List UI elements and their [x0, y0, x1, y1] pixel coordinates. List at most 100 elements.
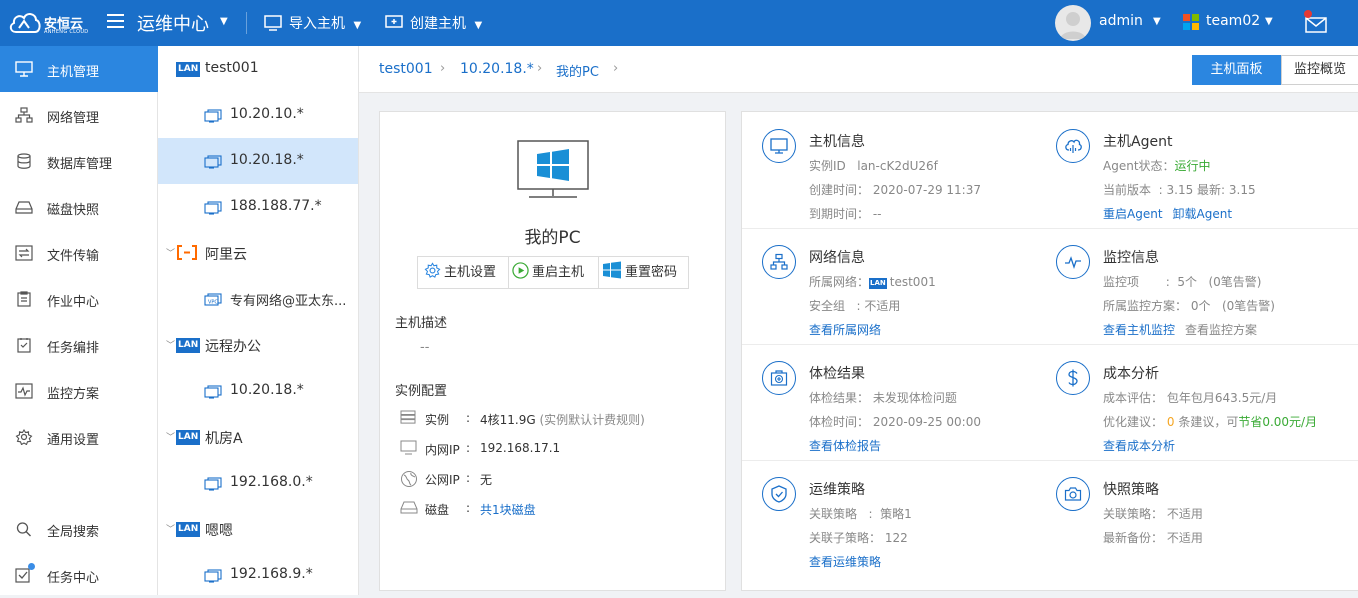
breadcrumb-item[interactable]: test001: [379, 61, 433, 77]
sidebar-item-label: 全局搜索: [47, 525, 100, 540]
first-aid-icon: [762, 361, 796, 395]
lan-badge-icon: LAN: [176, 430, 201, 445]
tree-item[interactable]: 10.20.18.*: [158, 368, 358, 414]
card-line-value: 5个: [1177, 275, 1198, 289]
card-line-value: 包年包月643.5元/月: [1166, 391, 1278, 405]
sidebar-item-database-management[interactable]: 数据库管理: [0, 138, 158, 184]
view-cost-analysis-link[interactable]: 查看成本分析: [1103, 439, 1175, 453]
tree-group-remote-office[interactable]: ﹀ LAN 远程办公: [158, 322, 358, 368]
tree-group-aliyun[interactable]: ﹀ 阿里云: [158, 230, 358, 276]
tree-item[interactable]: 192.168.0.*: [158, 460, 358, 506]
chevron-down-icon[interactable]: ﹀: [166, 522, 175, 535]
sidebar-item-label: 任务编排: [47, 341, 100, 356]
sidebar-item-task-orchestration[interactable]: 任务编排: [0, 322, 158, 368]
card-line-value: 122: [884, 531, 908, 545]
instance-spec: 4核11.9G: [480, 413, 536, 427]
tab-host-panel[interactable]: 主机面板: [1192, 55, 1281, 85]
card-links: 查看体检报告: [809, 437, 891, 454]
billing-note: (实例默认计费规则): [539, 413, 645, 427]
sidebar-item-disk-snapshot[interactable]: 磁盘快照: [0, 184, 158, 230]
chevron-down-icon[interactable]: ▼: [220, 16, 228, 27]
card-line-value: 未发现体检问题: [872, 391, 957, 405]
breadcrumb-item[interactable]: 我的PC: [556, 61, 599, 80]
card-line-label: 最新备份：: [1103, 531, 1164, 545]
tree-item-selected[interactable]: 10.20.18.*: [158, 138, 358, 184]
sidebar-item-global-search[interactable]: 全局搜索: [0, 506, 158, 552]
disk-link[interactable]: 共1块磁盘: [480, 501, 536, 518]
tree-item[interactable]: 10.20.10.*: [158, 92, 358, 138]
tree-item[interactable]: 188.188.77.*: [158, 184, 358, 230]
chevron-down-icon[interactable]: ▼: [1153, 16, 1161, 27]
view-check-report-link[interactable]: 查看体检报告: [809, 439, 881, 453]
create-host-button[interactable]: 创建主机 ▼: [385, 13, 482, 33]
reset-password-button[interactable]: 重置密码: [602, 257, 677, 288]
card-line-label: 当前版本: [1103, 183, 1152, 197]
card-line-label: 关联策略: [809, 507, 858, 521]
chevron-down-icon[interactable]: ﹀: [166, 338, 175, 351]
card-line-value: 不适用: [864, 299, 901, 313]
card-line-label: 关联子策略：: [809, 531, 882, 545]
team-name[interactable]: team02: [1206, 13, 1260, 29]
card-line-value: 2020-07-29 11:37: [872, 183, 981, 197]
card-line: 最新备份： 不适用: [1103, 529, 1203, 546]
chevron-down-icon[interactable]: ▼: [1265, 16, 1273, 27]
import-host-label: 导入主机: [289, 16, 345, 32]
tree-group-label: 机房A: [205, 431, 243, 447]
sidebar-item-label: 网络管理: [47, 111, 100, 126]
tab-monitor-overview[interactable]: 监控概览: [1281, 55, 1358, 85]
view-ops-policy-link[interactable]: 查看运维策略: [809, 555, 881, 569]
chevron-down-icon[interactable]: ﹀: [166, 430, 175, 443]
logo-subtext: ANHENG CLOUD: [44, 29, 89, 35]
card-line: 到期时间： --: [809, 205, 882, 222]
card-line: 安全组 : 不适用: [809, 299, 901, 313]
breadcrumb-item[interactable]: 10.20.18.*: [460, 61, 534, 77]
play-icon: [512, 262, 529, 279]
tree-item-label: 188.188.77.*: [230, 198, 322, 214]
gear-icon: [15, 429, 33, 445]
mail-icon[interactable]: [1303, 10, 1329, 34]
view-monitor-plan-link[interactable]: 查看监控方案: [1185, 323, 1257, 337]
tree-group-enen[interactable]: ﹀ LAN 嗯嗯: [158, 506, 358, 552]
restart-agent-link[interactable]: 重启Agent: [1103, 207, 1163, 221]
sidebar-item-task-center[interactable]: 任务中心: [0, 552, 158, 598]
tree-group-label: 嗯嗯: [205, 523, 233, 539]
sidebar-item-host-management[interactable]: 主机管理: [0, 46, 158, 92]
tree-item[interactable]: 192.168.9.*: [158, 552, 358, 595]
avatar[interactable]: [1055, 5, 1091, 41]
tree-group-test001[interactable]: LAN test001: [158, 46, 358, 92]
tree-group-server-room-a[interactable]: ﹀ LAN 机房A: [158, 414, 358, 460]
sidebar-item-file-transfer[interactable]: 文件传输: [0, 230, 158, 276]
card-links: 查看所属网络: [809, 321, 891, 338]
tree-item[interactable]: VPC 专有网络@亚太东...: [158, 276, 358, 322]
restart-host-button[interactable]: 重启主机: [512, 257, 584, 288]
chevron-down-icon[interactable]: ﹀: [166, 246, 175, 259]
chevron-down-icon: ▼: [474, 20, 483, 31]
card-line: 关联策略： 不适用: [1103, 505, 1203, 522]
sidebar-item-network-management[interactable]: 网络管理: [0, 92, 158, 138]
gear-icon: [424, 262, 441, 278]
sidebar-item-label: 作业中心: [47, 295, 100, 310]
host-settings-button[interactable]: 主机设置: [424, 257, 496, 288]
sidebar-item-general-settings[interactable]: 通用设置: [0, 414, 158, 460]
username[interactable]: admin: [1099, 13, 1143, 29]
sidebar-item-job-center[interactable]: 作业中心: [0, 276, 158, 322]
card-line-label: 优化建议：: [1103, 415, 1164, 429]
camera-icon: [1056, 477, 1090, 511]
logo[interactable]: 安恒云 ANHENG CLOUD: [8, 8, 89, 38]
reset-password-label: 重置密码: [625, 265, 678, 280]
app-title[interactable]: 运维中心: [137, 10, 209, 36]
card-line-label: 关联策略：: [1103, 507, 1164, 521]
sidebar-item-monitoring-plan[interactable]: 监控方案: [0, 368, 158, 414]
import-host-button[interactable]: 导入主机 ▼: [264, 13, 361, 33]
card-title: 主机信息: [809, 134, 865, 150]
pulse-icon: [15, 383, 33, 399]
view-host-monitor-link[interactable]: 查看主机监控: [1103, 323, 1175, 337]
server-icon: [400, 410, 416, 424]
lan-badge-icon: LAN: [176, 522, 201, 537]
create-host-label: 创建主机: [410, 16, 466, 32]
card-line-value: 策略1: [880, 507, 912, 521]
menu-icon[interactable]: [107, 14, 124, 28]
view-network-link[interactable]: 查看所属网络: [809, 323, 881, 337]
uninstall-agent-link[interactable]: 卸载Agent: [1173, 207, 1233, 221]
host-tree: LAN test001 10.20.10.* 10.20.18.* 188.18…: [158, 46, 359, 595]
